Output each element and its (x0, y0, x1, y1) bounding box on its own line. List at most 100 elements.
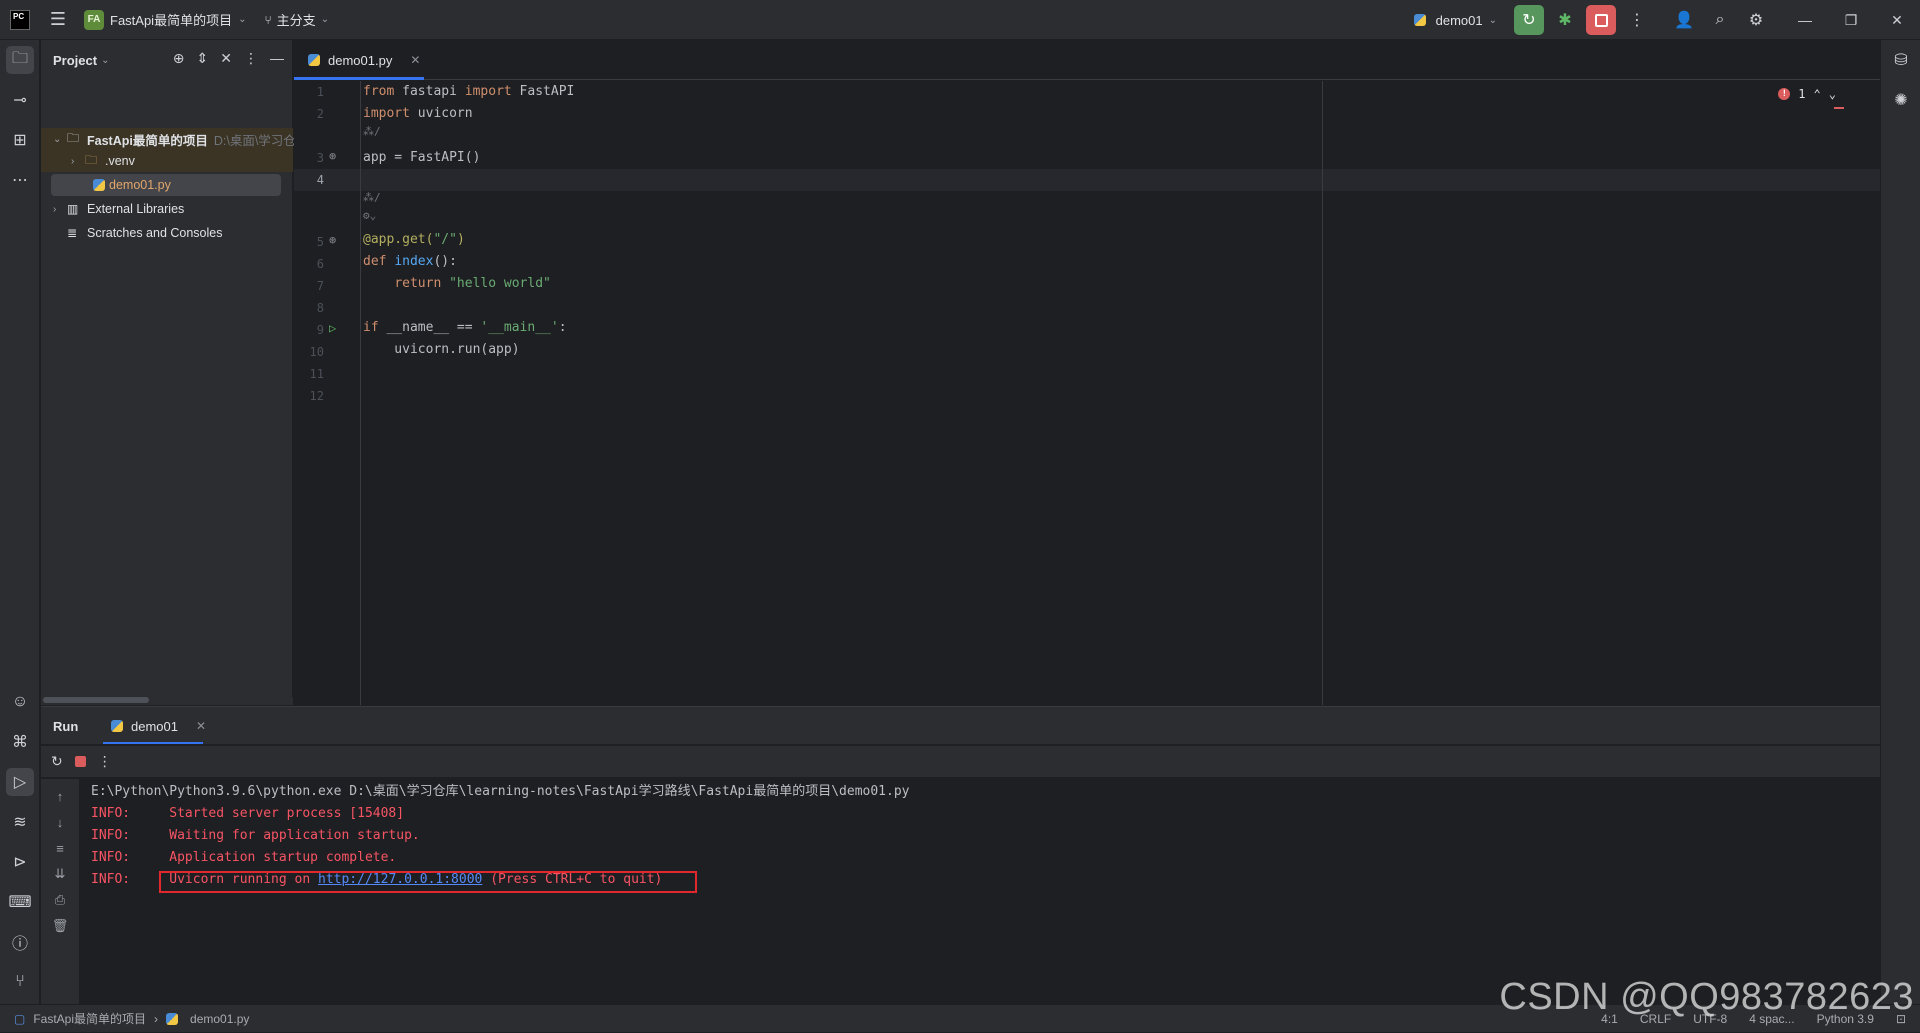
collapse-all-icon[interactable]: ✕ (220, 50, 232, 67)
tree-item-demo01[interactable]: demo01.py (93, 174, 171, 196)
tree-item-label: External Libraries (87, 202, 185, 216)
watermark-text: CSDN @QQ983782623 (1499, 976, 1914, 1018)
locate-file-icon[interactable]: ⊕ (173, 50, 185, 67)
commit-icon[interactable]: ⊸ (6, 86, 34, 114)
branch-name: 主分支 (276, 13, 316, 28)
main-menu-icon[interactable]: ☰ (44, 6, 72, 34)
code-line: if __name__ == '__main__': (363, 320, 567, 335)
python-file-icon (308, 54, 320, 66)
folder-icon: 🗀 (85, 152, 98, 167)
search-icon[interactable]: ⌕ (1705, 5, 1735, 35)
minimize-button[interactable]: — (1782, 0, 1828, 40)
breadcrumb-project[interactable]: FastApi最简单的项目 (33, 1010, 146, 1027)
branch-icon: ⑂ (264, 12, 272, 27)
more-actions-icon[interactable]: ⋮ (1622, 5, 1652, 35)
tab-demo01-py[interactable]: demo01.py ✕ (294, 40, 434, 80)
more-options-icon[interactable]: ⋮ (98, 753, 112, 770)
clear-all-icon[interactable]: 🗑 (49, 915, 71, 937)
hide-panel-icon[interactable]: — (270, 50, 284, 67)
next-highlight-icon[interactable]: ⌄ (1829, 87, 1836, 101)
ai-plugin-icon[interactable]: ✺ (1887, 86, 1915, 114)
rerun-button[interactable]: ↻ (1514, 5, 1544, 35)
code-editor[interactable]: 1 2 3 ⊛ 4 5 ⊛ 6 7 8 9 ▷ 10 11 12 from fa… (294, 81, 1880, 705)
endpoint-gutter-icon[interactable]: ⊛ (329, 233, 336, 247)
tree-item-external-libraries[interactable]: › ▥ External Libraries (53, 198, 184, 220)
run-tool-icon[interactable]: ▷ (6, 768, 34, 796)
run-toolbar: ↻ ⋮ (41, 746, 1880, 778)
scroll-down-icon[interactable]: ↓ (49, 811, 71, 833)
folder-icon: 🗀 (67, 130, 80, 145)
tree-item-venv[interactable]: › 🗀 .venv (71, 150, 135, 172)
ai-assistant-icon[interactable]: ☺ (6, 688, 34, 716)
restore-button[interactable]: ❐ (1828, 0, 1874, 40)
code-line: @app.get("/") (363, 232, 465, 247)
error-stripe-mark[interactable] (1834, 107, 1844, 109)
code-line: from fastapi import FastAPI (363, 84, 575, 99)
line-number: 7 (316, 279, 324, 293)
line-number: 3 (316, 151, 324, 165)
rerun-icon[interactable]: ↻ (51, 753, 63, 770)
branch-switcher[interactable]: ⑂ 主分支 ⌄ (264, 10, 329, 29)
line-number: 4 (316, 173, 324, 187)
horizontal-scrollbar[interactable] (41, 697, 293, 705)
inlay-hint[interactable]: ⁂/ (363, 125, 381, 138)
project-name: FastApi最简单的项目 (110, 13, 233, 28)
git-icon[interactable]: ⑂ (6, 968, 34, 996)
close-tab-icon[interactable]: ✕ (196, 719, 206, 733)
run-panel-title: Run (53, 719, 79, 734)
database-icon[interactable]: ⛁ (1887, 46, 1915, 74)
editor-gutter: 1 2 3 ⊛ 4 5 ⊛ 6 7 8 9 ▷ 10 11 12 (294, 81, 361, 705)
project-switcher[interactable]: FA FastApi最简单的项目 ⌄ (84, 9, 246, 30)
options-icon[interactable]: ⋮ (244, 50, 258, 67)
previous-highlight-icon[interactable]: ⌃ (1814, 87, 1821, 101)
problems-icon[interactable]: ⓘ (6, 928, 34, 956)
chevron-right-icon[interactable]: › (71, 156, 85, 167)
more-tools-icon[interactable]: ⋯ (6, 166, 34, 194)
close-tab-icon[interactable]: ✕ (410, 53, 420, 67)
services-icon[interactable]: ⊳ (6, 848, 34, 876)
breadcrumb: ▢ FastApi最简单的项目 › demo01.py (14, 1010, 249, 1027)
chevron-down-icon[interactable]: ⌄ (53, 134, 67, 145)
tree-item-scratches[interactable]: ≣ Scratches and Consoles (67, 222, 223, 244)
run-config-selector[interactable]: demo01 ⌄ (1413, 13, 1497, 28)
structure-icon[interactable]: ⊞ (6, 126, 34, 154)
layers-icon[interactable]: ≋ (6, 808, 34, 836)
soft-wrap-icon[interactable]: ≡ (49, 837, 71, 859)
console-info-line: INFO: Application startup complete. (91, 850, 397, 865)
scroll-up-icon[interactable]: ↑ (49, 785, 71, 807)
python-file-icon (166, 1012, 179, 1025)
project-folder-icon[interactable]: 🗀 (6, 46, 34, 74)
debug-button[interactable]: ✱ (1550, 5, 1580, 35)
breadcrumb-file[interactable]: demo01.py (190, 1012, 249, 1026)
title-bar: PC ☰ FA FastApi最简单的项目 ⌄ ⑂ 主分支 ⌄ demo01 ⌄… (0, 0, 1920, 40)
tree-item-project-root[interactable]: ⌄ 🗀 FastApi最简单的项目 D:\桌面\学习仓 (53, 128, 296, 150)
add-user-icon[interactable]: 👤 (1669, 5, 1699, 35)
settings-gear-icon[interactable]: ⚙ (1741, 5, 1771, 35)
stop-icon[interactable] (74, 756, 86, 767)
project-panel-title[interactable]: Project (53, 53, 97, 68)
python-console-icon[interactable]: ⌘ (6, 728, 34, 756)
run-gutter-icon[interactable]: ▷ (329, 321, 336, 335)
expand-all-icon[interactable]: ⇕ (197, 50, 209, 67)
code-line: import uvicorn (363, 106, 473, 121)
inspection-indicator[interactable]: ! 1 ⌃ ⌄ (1778, 87, 1836, 101)
run-panel-header: Run demo01 ✕ (41, 707, 1880, 745)
print-icon[interactable]: ⎙ (49, 889, 71, 911)
run-tab-demo01[interactable]: demo01 ✕ (103, 707, 214, 745)
code-line: app = FastAPI() (363, 150, 481, 165)
console-info-line: INFO: Started server process [15408] (91, 806, 405, 821)
tab-label: demo01.py (328, 52, 393, 68)
inlay-hint[interactable]: ⚙⌄ (363, 209, 376, 222)
scratches-icon: ≣ (67, 226, 78, 240)
terminal-icon[interactable]: ⌨ (6, 888, 34, 916)
chevron-right-icon[interactable]: › (53, 204, 67, 215)
close-window-button[interactable]: ✕ (1874, 0, 1920, 40)
python-icon (1413, 14, 1426, 26)
stop-button[interactable] (1586, 5, 1616, 35)
implementations-gutter-icon[interactable]: ⊛ (329, 149, 336, 163)
chevron-down-icon[interactable]: ⌄ (101, 55, 109, 66)
scroll-to-end-icon[interactable]: ⇊ (49, 863, 71, 885)
error-icon: ! (1778, 88, 1791, 100)
inlay-hint[interactable]: ⁂/ (363, 191, 381, 204)
chevron-down-icon: ⌄ (1488, 14, 1497, 26)
